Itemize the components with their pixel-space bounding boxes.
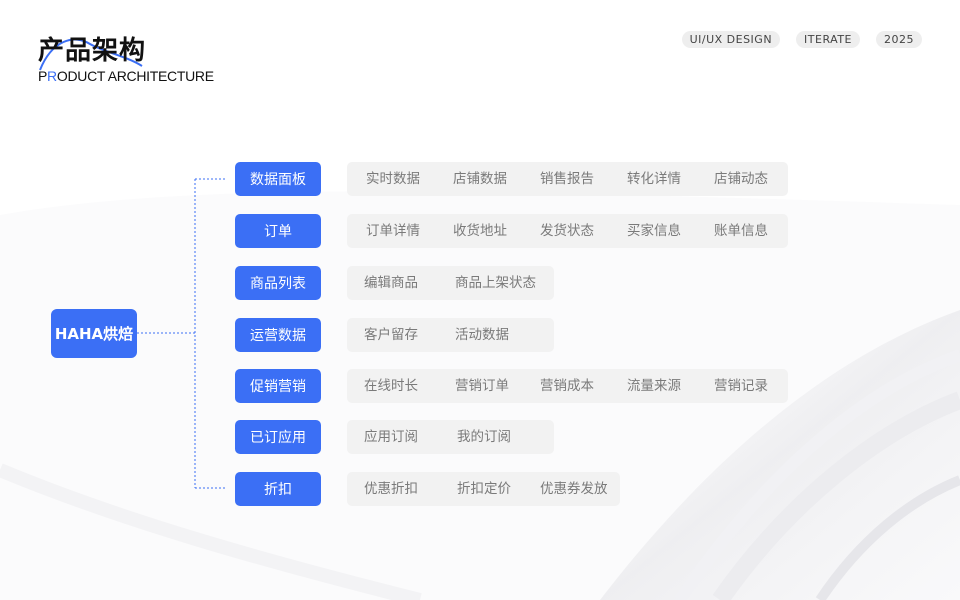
root-node: HAHA烘焙 xyxy=(51,309,137,358)
category-promotion: 促销营销 xyxy=(235,369,321,403)
item: 销售报告 xyxy=(540,171,594,187)
item: 在线时长 xyxy=(364,378,418,394)
category-operations: 运营数据 xyxy=(235,318,321,352)
item: 折扣定价 xyxy=(457,481,511,497)
tag-iterate: ITERATE xyxy=(796,31,860,48)
item: 客户留存 xyxy=(364,327,418,343)
tag-uiux: UI/UX DESIGN xyxy=(681,31,781,48)
items-dashboard: 实时数据 店铺数据 销售报告 转化详情 店铺动态 xyxy=(347,162,788,196)
item: 营销订单 xyxy=(455,378,509,394)
title-block: 产品架构 PRODUCT ARCHITECTURE xyxy=(38,36,214,84)
items-promotion: 在线时长 营销订单 营销成本 流量来源 营销记录 xyxy=(347,369,788,403)
item: 营销记录 xyxy=(714,378,768,394)
tree-connector xyxy=(137,178,226,489)
item: 我的订阅 xyxy=(457,429,511,445)
item: 优惠折扣 xyxy=(364,481,418,497)
item: 订单详情 xyxy=(366,223,420,239)
item: 流量来源 xyxy=(627,378,681,394)
items-discount: 优惠折扣 折扣定价 优惠券发放 xyxy=(347,472,620,506)
items-subscribed-apps: 应用订阅 我的订阅 xyxy=(347,420,554,454)
category-dashboard: 数据面板 xyxy=(235,162,321,196)
item: 活动数据 xyxy=(455,327,509,343)
item: 店铺数据 xyxy=(453,171,507,187)
item: 买家信息 xyxy=(627,223,681,239)
item: 账单信息 xyxy=(714,223,768,239)
item: 转化详情 xyxy=(627,171,681,187)
category-products: 商品列表 xyxy=(235,266,321,300)
page-title: 产品架构 xyxy=(38,36,147,66)
items-operations: 客户留存 活动数据 xyxy=(347,318,554,352)
tag-year: 2025 xyxy=(876,31,922,48)
category-subscribed-apps: 已订应用 xyxy=(235,420,321,454)
items-orders: 订单详情 收货地址 发货状态 买家信息 账单信息 xyxy=(347,214,788,248)
items-products: 编辑商品 商品上架状态 xyxy=(347,266,554,300)
item: 编辑商品 xyxy=(364,275,418,291)
item: 实时数据 xyxy=(366,171,420,187)
item: 店铺动态 xyxy=(714,171,768,187)
category-discount: 折扣 xyxy=(235,472,321,506)
header-tags: UI/UX DESIGN ITERATE 2025 xyxy=(681,31,922,48)
item: 应用订阅 xyxy=(364,429,418,445)
item: 营销成本 xyxy=(540,378,594,394)
item: 收货地址 xyxy=(453,223,507,239)
item: 发货状态 xyxy=(540,223,594,239)
category-orders: 订单 xyxy=(235,214,321,248)
item: 优惠券发放 xyxy=(540,481,608,497)
item: 商品上架状态 xyxy=(455,275,536,291)
